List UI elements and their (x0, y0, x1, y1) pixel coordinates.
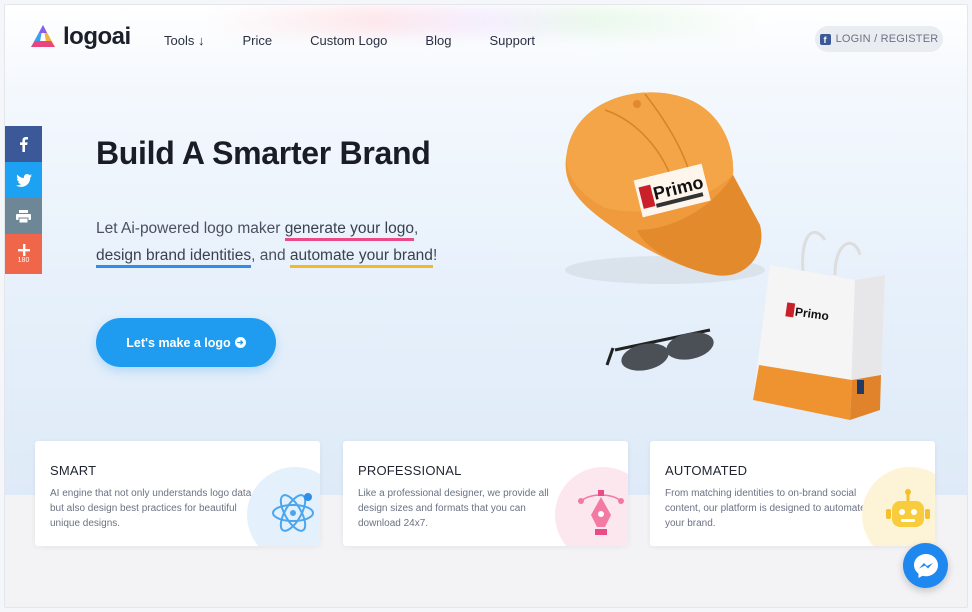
atom-icon (272, 493, 314, 532)
share-print-button[interactable] (5, 198, 42, 234)
highlight-automate-brand: automate your brand (289, 247, 433, 268)
logo-text: logoai (63, 23, 131, 50)
login-register-label: LOGIN / REGISTER (835, 33, 939, 45)
feature-title: AUTOMATED (665, 463, 748, 478)
main-nav: Tools ↓ Price Custom Logo Blog Support (164, 33, 573, 48)
shopping-bag-image: Primo (753, 230, 885, 420)
hero-title: Build A Smarter Brand (96, 135, 431, 171)
hero-text-part-3: , and (251, 247, 290, 264)
logo-mark-icon (31, 25, 55, 47)
feature-icon-circle (555, 467, 628, 546)
feature-description: From matching identities to on-brand soc… (665, 488, 866, 529)
page: logoai Tools ↓ Price Custom Logo Blog Su… (4, 4, 968, 608)
pen-tool-icon (578, 490, 624, 535)
hero-text-part-2: , (413, 220, 419, 237)
facebook-icon (20, 137, 28, 152)
feature-description: AI engine that not only understands logo… (50, 488, 252, 529)
highlight-design-identities: design brand identities (96, 247, 252, 268)
hero-text-part-1: Let Ai-powered logo maker (96, 220, 285, 237)
nav-price[interactable]: Price (242, 33, 272, 48)
login-register-button[interactable]: f LOGIN / REGISTER (815, 26, 943, 52)
hero-description: Let Ai-powered logo maker generate your … (96, 215, 516, 269)
share-more-button[interactable]: 180 (5, 234, 42, 274)
messenger-chat-button[interactable] (903, 543, 948, 588)
header-glow (205, 5, 765, 35)
print-icon (16, 209, 31, 223)
facebook-icon: f (819, 33, 831, 45)
highlight-generate-logo: generate your logo (284, 220, 414, 241)
feature-icon-circle (862, 467, 935, 546)
feature-title: SMART (50, 463, 97, 478)
logo[interactable]: logoai (29, 23, 131, 51)
share-twitter-button[interactable] (5, 162, 42, 198)
make-logo-label: Let's make a logo (126, 335, 231, 350)
share-facebook-button[interactable] (5, 126, 42, 162)
share-bar: 180 (5, 126, 42, 274)
feature-title: PROFESSIONAL (358, 463, 462, 478)
feature-card-smart: SMART AI engine that not only understand… (35, 441, 320, 546)
nav-blog[interactable]: Blog (425, 33, 451, 48)
nav-custom-logo[interactable]: Custom Logo (310, 33, 387, 48)
nav-support[interactable]: Support (489, 33, 535, 48)
messenger-icon (913, 553, 938, 578)
make-logo-button[interactable]: Let's make a logo ➜ (96, 318, 276, 367)
feature-card-automated: AUTOMATED From matching identities to on… (650, 441, 935, 546)
feature-description: Like a professional designer, we provide… (358, 488, 549, 529)
hero-text-part-4: ! (432, 247, 438, 264)
hero-illustration: Primo Primo (565, 92, 885, 420)
share-count: 180 (17, 257, 30, 264)
sunglasses-image (605, 328, 714, 371)
feature-icon-circle (247, 467, 320, 546)
feature-card-professional: PROFESSIONAL Like a professional designe… (343, 441, 628, 546)
arrow-right-icon: ➜ (234, 337, 246, 348)
plus-icon (17, 244, 30, 256)
cap-image: Primo (565, 92, 765, 284)
twitter-icon (15, 173, 32, 187)
robot-icon (886, 489, 930, 527)
nav-tools[interactable]: Tools ↓ (164, 33, 204, 48)
